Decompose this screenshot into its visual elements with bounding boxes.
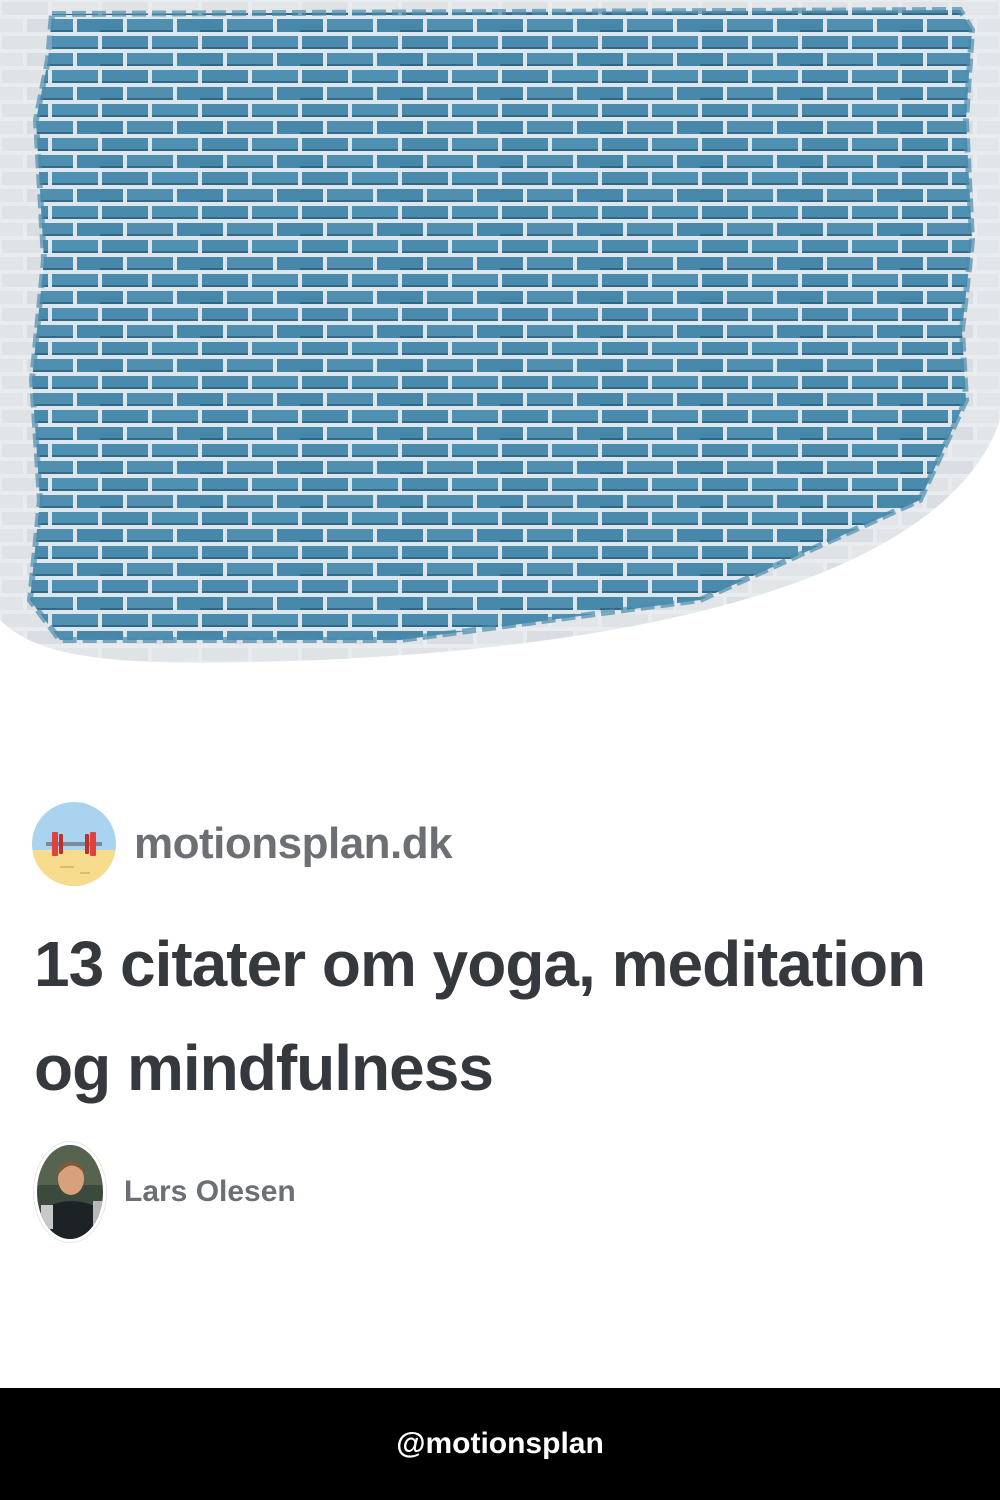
article-title: 13 citater om yoga, meditation og mindfu…: [34, 928, 926, 1104]
author-name[interactable]: Lars Olesen: [124, 1175, 296, 1209]
author-avatar: [34, 1142, 106, 1242]
author-row[interactable]: Lars Olesen: [34, 1142, 296, 1242]
brand-row[interactable]: motionsplan.dk: [32, 802, 453, 886]
brand-name[interactable]: motionsplan.dk: [134, 819, 453, 869]
barbell-beach-logo-icon: [32, 802, 116, 886]
author-photo-icon: [37, 1145, 103, 1239]
brick-wall-image: [0, 0, 1000, 663]
hero-image: [0, 0, 1000, 680]
social-handle[interactable]: @motionsplan: [396, 1427, 604, 1461]
footer-bar: @motionsplan: [0, 1388, 1000, 1500]
